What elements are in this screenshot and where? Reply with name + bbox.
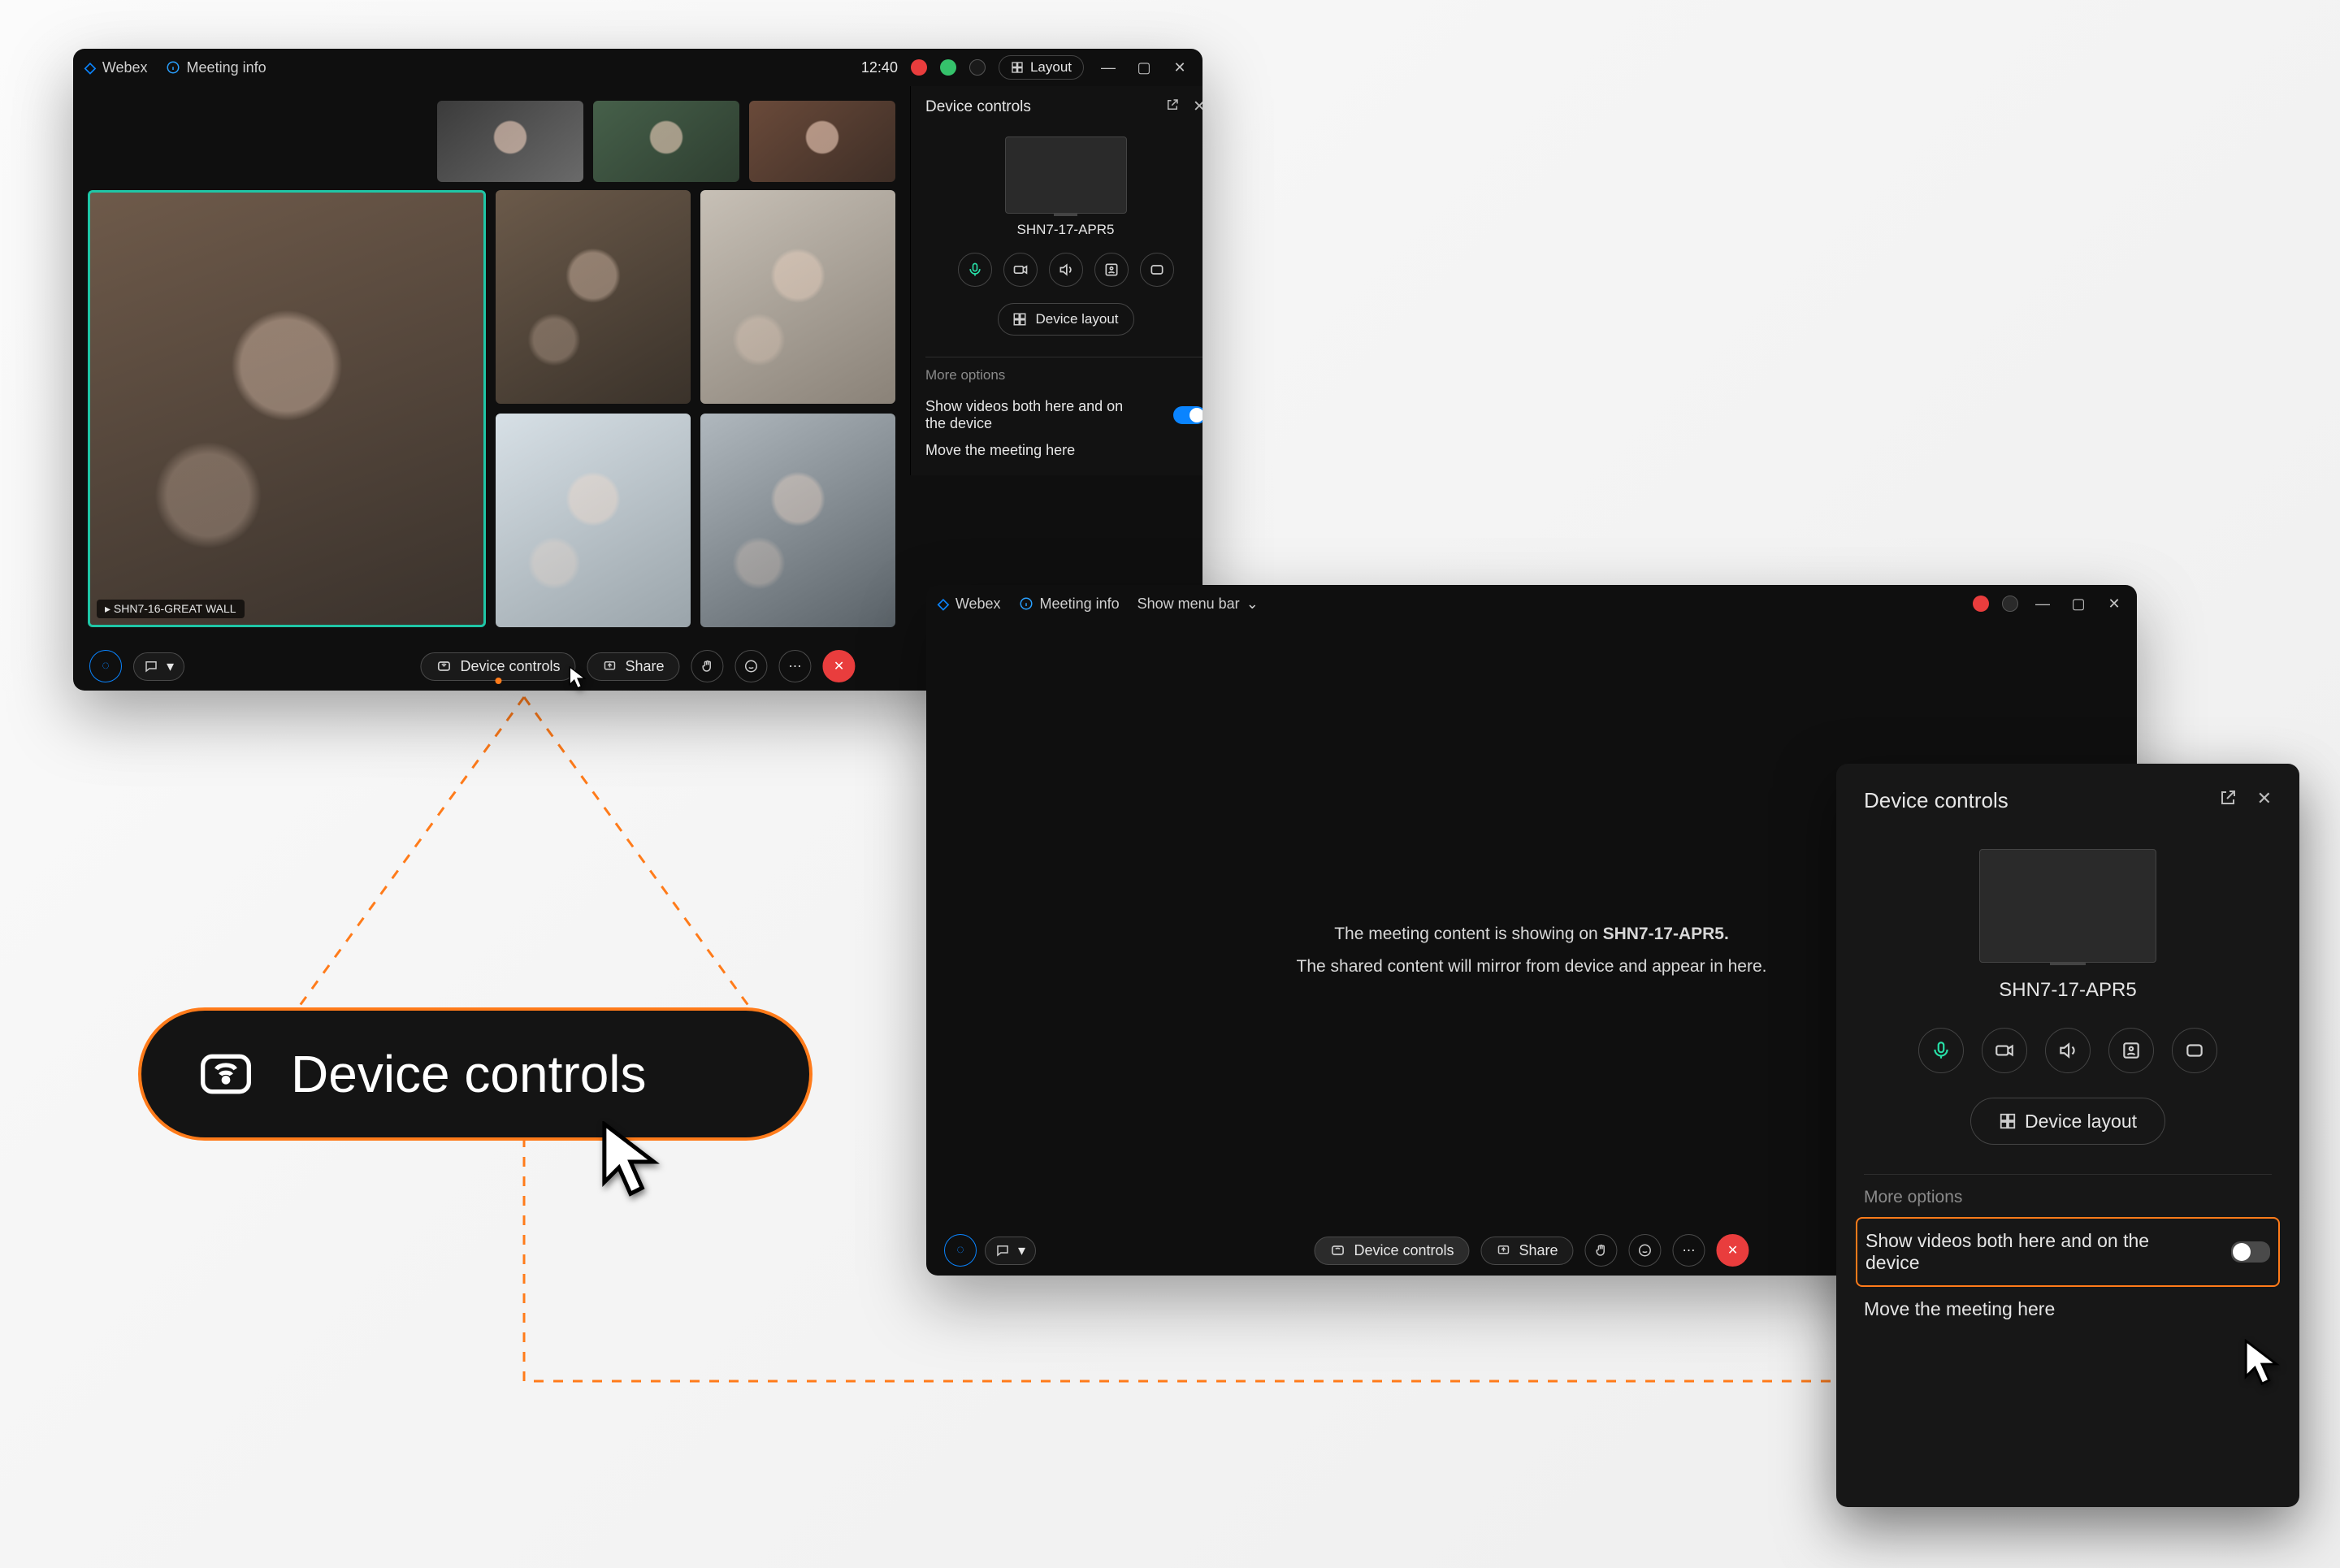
device-name: SHN7-17-APR5 xyxy=(925,222,1202,238)
device-volume-button[interactable] xyxy=(1049,253,1083,287)
device-controls-panel-large: Device controls ✕ SHN7-17-APR5 Device la… xyxy=(1836,764,2299,1507)
device-selfview-button[interactable] xyxy=(2108,1028,2154,1073)
device-controls-button[interactable]: Device controls xyxy=(420,652,575,681)
participant-tile[interactable] xyxy=(700,414,895,627)
move-meeting-option[interactable]: Move the meeting here xyxy=(925,442,1075,459)
device-controls-button[interactable]: Device controls xyxy=(1314,1237,1469,1265)
device-name: SHN7-17-APR5 xyxy=(1864,979,2272,1002)
device-layout-button[interactable]: Device layout xyxy=(998,303,1134,336)
device-controls-callout: Device controls xyxy=(138,1007,812,1141)
raise-hand-button[interactable] xyxy=(1585,1234,1618,1267)
meeting-info-button[interactable]: Meeting info xyxy=(1019,596,1120,613)
show-videos-toggle[interactable] xyxy=(2231,1241,2270,1263)
device-keypad-button[interactable] xyxy=(1140,253,1174,287)
raise-hand-button[interactable] xyxy=(691,650,724,682)
share-button[interactable]: Share xyxy=(587,652,680,681)
more-button[interactable]: ⋯ xyxy=(1673,1234,1705,1267)
participant-tile[interactable] xyxy=(496,414,691,627)
device-preview-icon xyxy=(1979,849,2156,963)
status-indicator-icon xyxy=(940,59,956,76)
share-button[interactable]: Share xyxy=(1481,1237,1574,1265)
device-icon xyxy=(193,1042,258,1107)
more-options-label: More options xyxy=(1864,1188,2272,1207)
reactions-button[interactable] xyxy=(735,650,768,682)
maximize-button[interactable]: ▢ xyxy=(2067,592,2090,615)
move-meeting-option[interactable]: Move the meeting here xyxy=(1864,1298,2055,1320)
close-button[interactable]: ✕ xyxy=(2103,592,2126,615)
device-selfview-button[interactable] xyxy=(1094,253,1129,287)
popout-icon[interactable] xyxy=(2218,788,2238,813)
minimize-button[interactable]: — xyxy=(1097,56,1120,79)
show-videos-option: Show videos both here and on the device xyxy=(925,398,1137,432)
device-mic-button[interactable] xyxy=(958,253,992,287)
close-panel-icon[interactable]: ✕ xyxy=(1193,97,1202,117)
meeting-time: 12:40 xyxy=(861,59,898,76)
participant-thumbnail[interactable] xyxy=(749,101,895,182)
chat-button[interactable]: ▾ xyxy=(985,1237,1036,1265)
maximize-button[interactable]: ▢ xyxy=(1133,56,1155,79)
device-mic-button[interactable] xyxy=(1918,1028,1964,1073)
panel-title: Device controls xyxy=(925,98,1031,116)
more-options-label: More options xyxy=(925,367,1202,383)
meeting-info-button[interactable]: Meeting info xyxy=(166,59,266,76)
leave-button[interactable]: ✕ xyxy=(823,650,856,682)
layout-button[interactable]: Layout xyxy=(999,55,1084,80)
device-camera-button[interactable] xyxy=(1982,1028,2027,1073)
participant-thumbnail[interactable] xyxy=(593,101,739,182)
device-volume-button[interactable] xyxy=(2045,1028,2091,1073)
record-indicator-icon xyxy=(1973,596,1989,612)
show-menu-bar-button[interactable]: Show menu bar ⌄ xyxy=(1138,596,1259,613)
show-videos-option: Show videos both here and on the device xyxy=(1866,1230,2174,1274)
reactions-button[interactable] xyxy=(1629,1234,1662,1267)
app-logo: ◇Webex xyxy=(938,596,1001,613)
connection-icon[interactable]: ◌ xyxy=(944,1234,977,1267)
device-camera-button[interactable] xyxy=(1003,253,1038,287)
popout-icon[interactable] xyxy=(1165,97,1180,117)
leave-button[interactable]: ✕ xyxy=(1717,1234,1749,1267)
device-preview-icon xyxy=(1005,136,1127,214)
close-button[interactable]: ✕ xyxy=(1168,56,1191,79)
show-videos-toggle[interactable] xyxy=(1173,406,1202,424)
status-mute-icon xyxy=(969,59,986,76)
device-controls-panel: Device controls ✕ SHN7-17-APR5 Device la… xyxy=(910,86,1202,475)
close-panel-icon[interactable]: ✕ xyxy=(2257,788,2272,813)
connection-icon[interactable]: ◌ xyxy=(89,650,122,682)
chat-button[interactable]: ▾ xyxy=(133,652,184,681)
active-speaker-tile[interactable]: ▸ SHN7-16-GREAT WALL xyxy=(88,190,486,627)
device-keypad-button[interactable] xyxy=(2172,1028,2217,1073)
participant-tile[interactable] xyxy=(496,190,691,404)
video-stage: ▸ SHN7-16-GREAT WALL xyxy=(73,86,910,642)
minimize-button[interactable]: — xyxy=(2031,592,2054,615)
more-button[interactable]: ⋯ xyxy=(779,650,812,682)
status-indicator-icon xyxy=(2002,596,2018,612)
app-logo: ◇Webex xyxy=(84,59,148,76)
device-layout-button[interactable]: Device layout xyxy=(1970,1098,2165,1145)
panel-title: Device controls xyxy=(1864,788,2008,813)
participant-tile[interactable] xyxy=(700,190,895,404)
record-indicator-icon xyxy=(911,59,927,76)
participant-thumbnail[interactable] xyxy=(437,101,583,182)
callout-label: Device controls xyxy=(291,1044,647,1104)
